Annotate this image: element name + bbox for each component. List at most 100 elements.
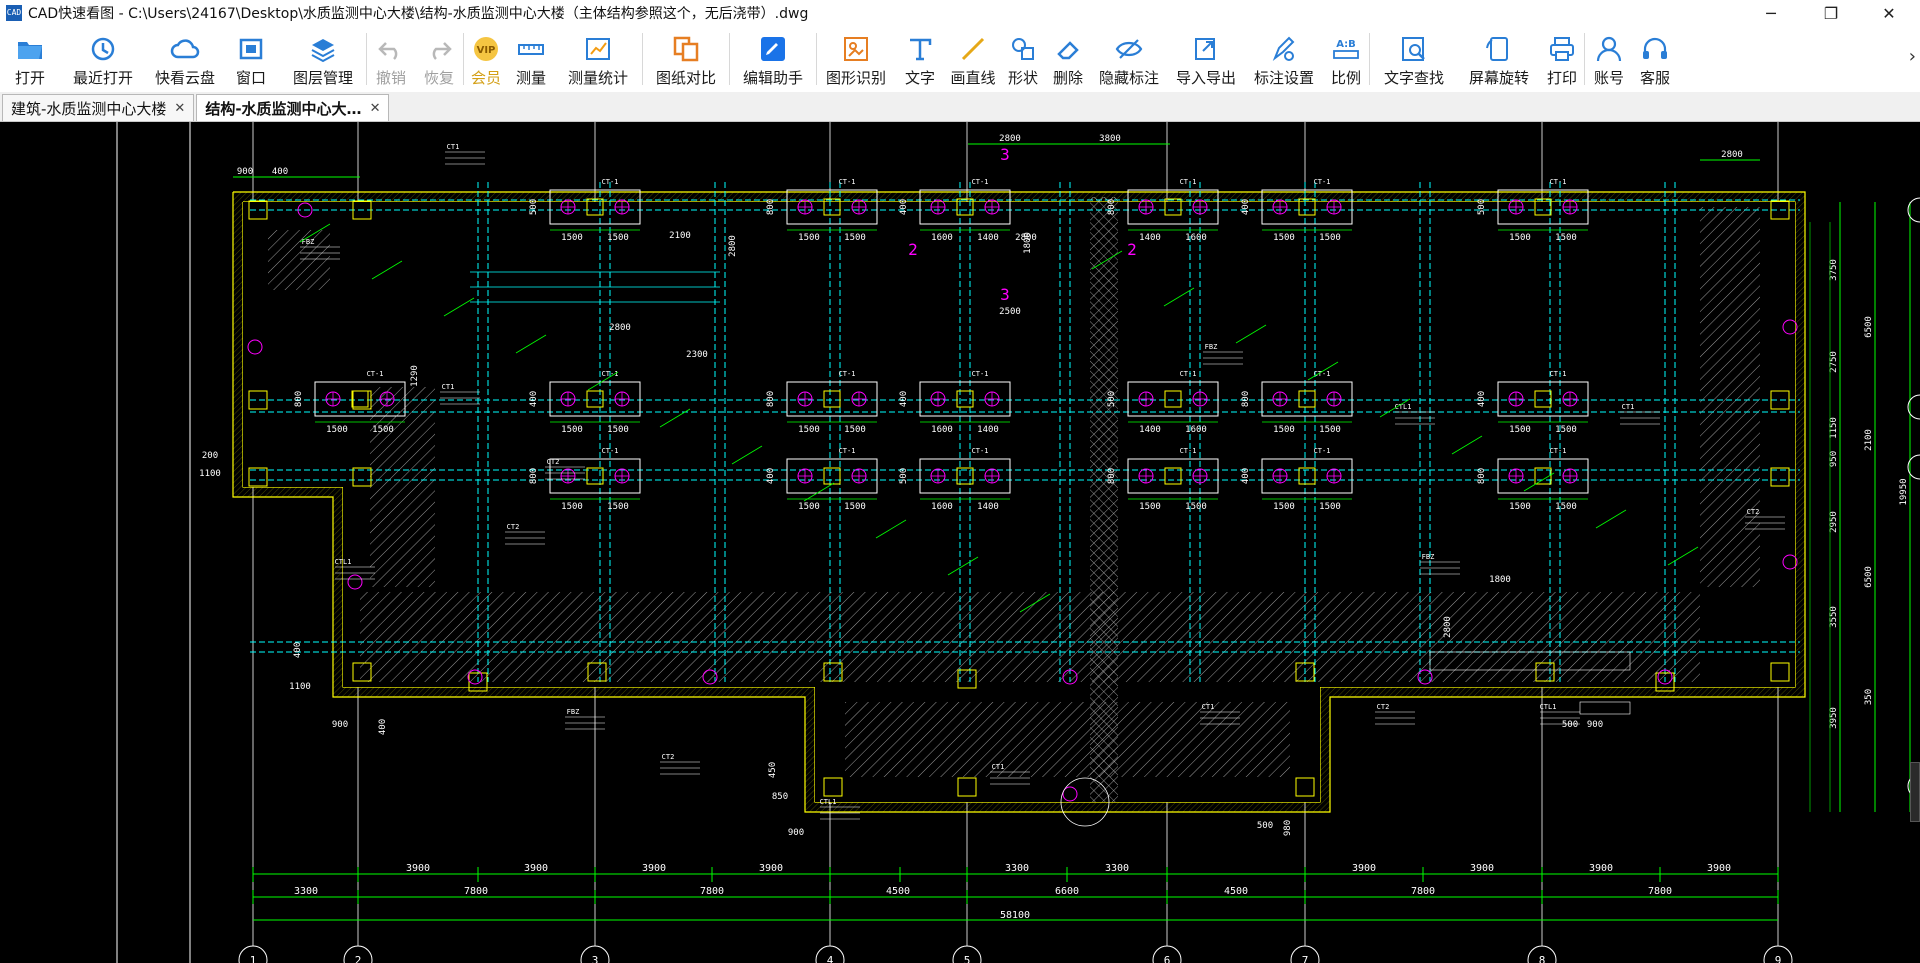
- bottom-dim-1: 3900: [406, 863, 430, 874]
- tool-annotation-settings-button[interactable]: 标注设置: [1245, 26, 1323, 92]
- text-search-icon: [1399, 34, 1429, 64]
- tool-headset-button[interactable]: 客服: [1633, 26, 1677, 92]
- tool-label: 图层管理: [292, 69, 353, 87]
- tool-text-button[interactable]: 文字: [895, 26, 945, 92]
- tool-label: 比例: [1330, 69, 1361, 87]
- window-title: CAD快速看图 - C:\Users\24167\Desktop\水质监测中心大…: [28, 6, 809, 22]
- tool-edit-assistant-button[interactable]: 编辑助手: [730, 26, 816, 92]
- cap-dim: 1500: [1555, 233, 1577, 243]
- cap-dim: 1400: [1139, 425, 1161, 435]
- cap-dim: 1500: [326, 425, 348, 435]
- axis-label: 9: [1775, 954, 1782, 963]
- misc-dim: 1290: [410, 365, 420, 387]
- bottom-dim-1: 3900: [1589, 863, 1613, 874]
- misc-dim: 400: [293, 642, 303, 658]
- folder-open-icon: [15, 34, 45, 64]
- account-icon: [1594, 34, 1624, 64]
- hatch-region: [268, 230, 330, 290]
- bottom-dim-2: 4500: [886, 886, 910, 897]
- tool-measure-stats-button[interactable]: 测量统计: [554, 26, 642, 92]
- tool-label: 图形识别: [825, 69, 886, 87]
- tool-label: 打印: [1546, 69, 1577, 87]
- shapes-icon: [1008, 34, 1038, 64]
- tool-redo-button[interactable]: 恢复: [415, 26, 463, 92]
- tool-label: 客服: [1639, 69, 1670, 87]
- annotation-tag: CTL1: [335, 558, 352, 566]
- edit-assistant-icon: [758, 34, 788, 64]
- cap-height-dim: 400: [529, 391, 539, 407]
- close-icon[interactable]: ✕: [174, 101, 185, 116]
- right-dim: 3950: [1829, 707, 1839, 729]
- annotation-tag: CT2: [662, 753, 675, 761]
- cap-height-dim: 400: [1477, 391, 1487, 407]
- bottom-dim-1: 3900: [1352, 863, 1376, 874]
- hatch-region: [845, 702, 1290, 777]
- minimize-button[interactable]: ─: [1744, 0, 1798, 26]
- tool-vip-button[interactable]: VIP 会员: [464, 26, 508, 92]
- cap-tag: CT-1: [367, 370, 384, 378]
- right-dim: 350: [1864, 689, 1874, 705]
- annotation-tag: FBZ: [567, 708, 580, 716]
- close-icon[interactable]: ✕: [370, 101, 381, 116]
- maximize-button[interactable]: ❐: [1804, 0, 1858, 26]
- tool-compare-button[interactable]: 图纸对比: [643, 26, 729, 92]
- top-dim: 400: [272, 167, 288, 177]
- cap-height-dim: 800: [1107, 468, 1117, 484]
- tool-shapes-button[interactable]: 形状: [1001, 26, 1045, 92]
- top-dim: 3800: [1099, 134, 1121, 144]
- cap-tag: CT-1: [1180, 370, 1197, 378]
- annotation-tag: CT1: [447, 143, 460, 151]
- section-mark: 2: [1127, 240, 1137, 259]
- tool-layers-button[interactable]: 图层管理: [280, 26, 366, 92]
- cap-dim: 1400: [977, 502, 999, 512]
- tool-hide-eye-button[interactable]: 隐藏标注: [1091, 26, 1167, 92]
- tool-window-button[interactable]: 窗口: [222, 26, 280, 92]
- drawing-canvas[interactable]: CT-1 CT-1 CT-1 CT-1 CT-1 CT-1 CT-1 CT-1 CT-1 CT-1…: [0, 122, 1920, 963]
- tool-scale-button[interactable]: A:B 比例: [1323, 26, 1369, 92]
- cap-tag: CT-1: [839, 447, 856, 455]
- annotation-tag: FBZ: [1422, 553, 1435, 561]
- tool-text-search-button[interactable]: 文字查找: [1370, 26, 1458, 92]
- tool-label: 打开: [14, 69, 45, 87]
- tab-structure[interactable]: 结构-水质监测中心大… ✕: [196, 94, 390, 121]
- printer-icon: [1547, 34, 1577, 64]
- note-frame: [1579, 701, 1631, 715]
- tool-cloud-button[interactable]: 快看云盘: [148, 26, 222, 92]
- misc-dim: 1100: [199, 469, 221, 479]
- tool-label: 恢复: [423, 69, 454, 87]
- close-button[interactable]: ✕: [1862, 0, 1916, 26]
- tool-line-button[interactable]: 画直线: [945, 26, 1001, 92]
- tool-folder-open-button[interactable]: 打开: [2, 26, 58, 92]
- tool-label: 快看云盘: [154, 69, 215, 87]
- cap-dim: 1500: [1273, 502, 1295, 512]
- annotation-tag: CT2: [1377, 703, 1390, 711]
- crosshatch-strip: [1090, 197, 1118, 802]
- headset-icon: [1640, 34, 1670, 64]
- axis-label: 2: [355, 954, 362, 963]
- toolbar-more-button[interactable]: ›: [1909, 46, 1916, 67]
- cad-drawing[interactable]: CT-1 CT-1 CT-1 CT-1 CT-1 CT-1 CT-1 CT-1 CT-1 CT-1…: [0, 122, 1920, 963]
- top-dim: 2800: [999, 134, 1021, 144]
- axis-label: 3: [592, 954, 599, 963]
- canvas-scrollbar[interactable]: [1910, 762, 1920, 822]
- tool-shape-recognize-button[interactable]: 图形识别: [817, 26, 895, 92]
- tool-printer-button[interactable]: 打印: [1540, 26, 1584, 92]
- cap-dim: 1500: [561, 233, 583, 243]
- total-dim: 58100: [1000, 910, 1030, 921]
- axis-label: 5: [964, 954, 971, 963]
- right-dim: 3750: [1829, 259, 1839, 281]
- tab-architecture[interactable]: 建筑-水质监测中心大楼 ✕: [2, 94, 195, 121]
- tool-import-export-button[interactable]: 导入导出: [1167, 26, 1245, 92]
- tool-eraser-button[interactable]: 删除: [1045, 26, 1091, 92]
- document-tabs: 建筑-水质监测中心大楼 ✕ 结构-水质监测中心大… ✕: [0, 92, 1920, 122]
- tool-screen-rotate-button[interactable]: 屏幕旋转: [1458, 26, 1540, 92]
- axis-label: 4: [827, 954, 834, 963]
- cap-tag: CT-1: [1180, 178, 1197, 186]
- cap-dim: 1500: [844, 425, 866, 435]
- tool-account-button[interactable]: 账号: [1585, 26, 1633, 92]
- tool-history-button[interactable]: 最近打开: [58, 26, 148, 92]
- tool-label: 会员: [470, 69, 501, 87]
- section-mark: 2: [908, 240, 918, 259]
- tool-undo-button[interactable]: 撤销: [367, 26, 415, 92]
- tool-ruler-button[interactable]: 测量: [508, 26, 554, 92]
